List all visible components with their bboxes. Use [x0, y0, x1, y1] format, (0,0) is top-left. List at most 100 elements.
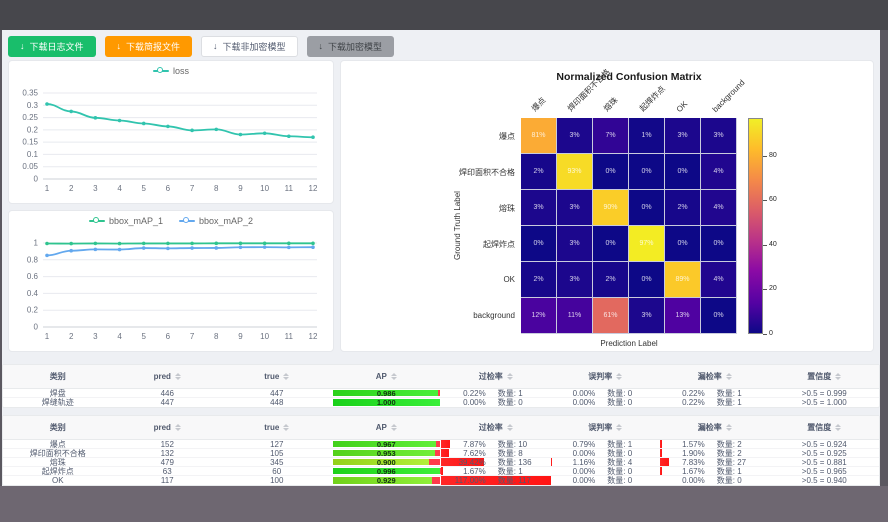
button-label: 下载简报文件 — [126, 40, 180, 53]
legend-item-bbox_mAP_1[interactable]: bbox_mAP_1 — [89, 216, 163, 226]
cell-over: 7.87%数量: 10 — [441, 440, 551, 448]
loss-point — [311, 135, 315, 139]
column-header-ap[interactable]: AP — [332, 365, 442, 388]
cell-text: OK — [52, 476, 64, 485]
column-header-true[interactable]: true — [222, 416, 332, 439]
legend-item-loss[interactable]: loss — [153, 66, 189, 76]
cell-conf: >0.5 = 0.881 — [770, 458, 880, 466]
rate-count: 数量: 1 — [717, 467, 769, 476]
rate-text: 7.87%数量: 10 — [441, 440, 551, 449]
dashboard-content: ↓下载日志文件↓下载简报文件↓下载非加密模型↓下载加密模型 loss00.050… — [2, 30, 880, 486]
svg-text:0.15: 0.15 — [22, 138, 38, 147]
svg-text:0.8: 0.8 — [27, 255, 39, 264]
column-header-label: 误判率 — [588, 422, 612, 433]
column-header-label: 漏检率 — [698, 422, 722, 433]
column-header-label: true — [264, 423, 279, 432]
cell-pred: 479 — [113, 458, 223, 466]
sort-icon[interactable] — [283, 373, 289, 381]
sort-desc-arrow — [283, 377, 289, 380]
rate-count: 数量: 27 — [717, 458, 769, 467]
sort-icon[interactable] — [726, 373, 732, 381]
cell-text: 爆点 — [50, 440, 66, 449]
matrix-cell-value: 2% — [677, 204, 687, 211]
matrix-cell: 89% — [665, 262, 701, 298]
colorbar-tick-mark — [763, 245, 767, 246]
legend-item-bbox_mAP_2[interactable]: bbox_mAP_2 — [179, 216, 253, 226]
cell-class: 焊缝轨迹 — [3, 398, 113, 407]
cell-ap: 0.900 — [332, 458, 442, 466]
download-report-button[interactable]: ↓ 下载简报文件 — [105, 36, 193, 57]
svg-text:3: 3 — [93, 332, 98, 341]
sort-icon[interactable] — [835, 424, 841, 432]
sort-icon[interactable] — [616, 424, 622, 432]
rate-text: 7.83%数量: 27 — [660, 458, 770, 467]
column-header-mis[interactable]: 误判率 — [551, 416, 661, 439]
download-encrypted-model-button[interactable]: ↓下载加密模型 — [307, 36, 395, 57]
ap-value: 0.967 — [377, 440, 396, 449]
matrix-cell-value: 3% — [569, 240, 579, 247]
sort-asc-arrow — [507, 373, 513, 376]
legend-dot — [183, 217, 189, 223]
sort-desc-arrow — [175, 428, 181, 431]
bbox_mAP_1-point — [311, 242, 315, 246]
sort-icon[interactable] — [283, 424, 289, 432]
cell-conf: >0.5 = 0.999 — [770, 389, 880, 397]
column-header-pred[interactable]: pred — [113, 365, 223, 388]
rate-count: 数量: 0 — [498, 398, 550, 407]
cell-text: >0.5 = 0.999 — [802, 389, 847, 398]
sort-icon[interactable] — [175, 424, 181, 432]
rate-count: 数量: 4 — [607, 458, 659, 467]
colorbar-tick-mark — [763, 156, 767, 157]
sort-icon[interactable] — [391, 373, 397, 381]
rate-text: 0.22%数量: 1 — [660, 398, 770, 407]
matrix-cell-value: 3% — [569, 204, 579, 211]
matrix-cell-value: 0% — [641, 168, 651, 175]
sort-icon[interactable] — [726, 424, 732, 432]
colorbar-tick-label: 40 — [769, 241, 777, 248]
column-header-conf[interactable]: 置信度 — [770, 416, 880, 439]
cell-over: 117.00%数量: 117 — [441, 476, 551, 485]
column-header-ap[interactable]: AP — [332, 416, 442, 439]
sort-icon[interactable] — [835, 373, 841, 381]
column-header-true[interactable]: true — [222, 365, 332, 388]
sort-icon[interactable] — [507, 424, 513, 432]
button-label: 下载非加密模型 — [223, 40, 286, 53]
download-unencrypted-model-button[interactable]: ↓下载非加密模型 — [201, 36, 298, 57]
column-header-mis[interactable]: 误判率 — [551, 365, 661, 388]
sort-icon[interactable] — [391, 424, 397, 432]
rate-count: 数量: 10 — [498, 440, 550, 449]
svg-text:0.2: 0.2 — [27, 125, 39, 134]
column-header-conf[interactable]: 置信度 — [770, 365, 880, 388]
loss-point — [118, 119, 122, 123]
rate-text: 0.79%数量: 1 — [551, 440, 661, 449]
download-log-button[interactable]: ↓下载日志文件 — [8, 36, 96, 57]
sort-icon[interactable] — [175, 373, 181, 381]
legend-dot — [157, 67, 163, 73]
column-header-pred[interactable]: pred — [113, 416, 223, 439]
column-header-over[interactable]: 过检率 — [441, 365, 551, 388]
sort-icon[interactable] — [616, 373, 622, 381]
matrix-cell: 0% — [701, 298, 737, 334]
colorbar-tick-label: 0 — [769, 330, 773, 337]
sort-desc-arrow — [616, 428, 622, 431]
matrix-cell: 2% — [665, 190, 701, 226]
column-header-miss[interactable]: 漏检率 — [660, 416, 770, 439]
cell-text: >0.5 = 0.925 — [802, 449, 847, 458]
column-header-miss[interactable]: 漏检率 — [660, 365, 770, 388]
cell-ap: 0.996 — [332, 467, 442, 475]
sort-asc-arrow — [391, 373, 397, 376]
cell-conf: >0.5 = 0.965 — [770, 467, 880, 475]
download-icon: ↓ — [117, 42, 122, 51]
legend-label: bbox_mAP_2 — [199, 216, 253, 226]
column-header-over[interactable]: 过检率 — [441, 416, 551, 439]
rate-percent: 0.00% — [551, 449, 595, 458]
bbox_mAP_1-point — [263, 242, 267, 246]
cell-ap: 0.929 — [332, 476, 442, 485]
sort-icon[interactable] — [507, 373, 513, 381]
bbox_mAP_1-point — [69, 242, 73, 246]
sort-desc-arrow — [726, 428, 732, 431]
rate-text: 0.00%数量: 0 — [441, 398, 551, 407]
rate-text: 117.00%数量: 117 — [441, 476, 551, 485]
sort-desc-arrow — [175, 377, 181, 380]
rate-count: 数量: 2 — [717, 449, 769, 458]
